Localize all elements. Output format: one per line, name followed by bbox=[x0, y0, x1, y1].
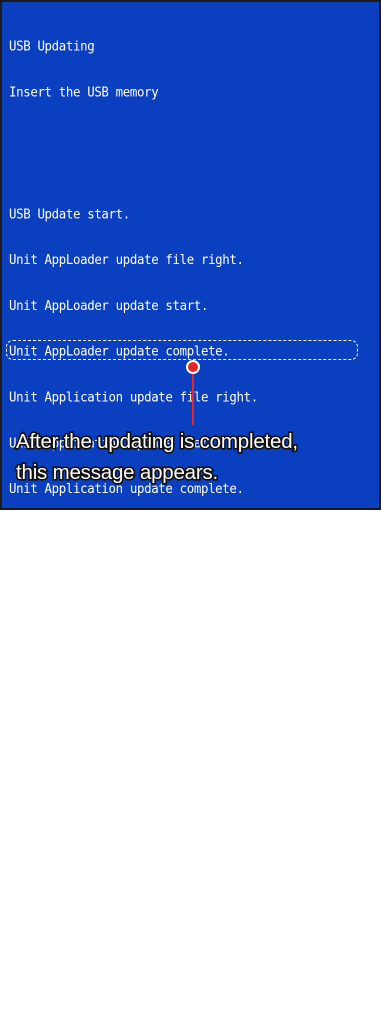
log-line: Unit DEMO update start. bbox=[9, 891, 173, 909]
log-line: Unit Wireless LAN update start. bbox=[9, 800, 230, 817]
console-spacer bbox=[9, 130, 375, 176]
callout-caption: After the updating is completed, this me… bbox=[14, 426, 381, 488]
console-output: USB Updating Insert the USB memory USB U… bbox=[9, 8, 375, 1020]
log-line: Unit FPGA_CW_CHIRP update complete. bbox=[9, 663, 258, 680]
log-line: Unit FPGA_CHIRP_CHIRP update start. bbox=[9, 525, 258, 543]
callout-line-2: this message appears. bbox=[14, 459, 219, 485]
final-message: USB update complete, please remove USB. bbox=[9, 984, 287, 1001]
log-line: Unit AppLoader update start. bbox=[9, 296, 209, 314]
screen-instruction: Insert the USB memory bbox=[9, 83, 159, 100]
callout-marker-dot bbox=[186, 360, 200, 374]
highlight-dashed-box bbox=[6, 340, 358, 360]
log-line: Unit FPGA_CHIRP_CHIRP update complete. bbox=[9, 571, 280, 588]
log-line: Unit FPGA_CW_ONLY update complete. bbox=[9, 754, 251, 771]
log-line: Unit FPGA_CW_ONLY update start. bbox=[9, 708, 230, 726]
log-line: Unit Wireless LAN update complete. bbox=[9, 846, 251, 863]
log-line: Unit FPGA_CW_CHIRP update start. bbox=[9, 617, 237, 634]
callout-leader-line bbox=[192, 367, 194, 425]
screen-title: USB Updating bbox=[9, 37, 95, 54]
log-line: Unit AppLoader update file right. bbox=[9, 251, 244, 268]
log-line: Unit DEMO update complete. bbox=[9, 937, 194, 955]
callout-line-1: After the updating is completed, bbox=[14, 428, 299, 454]
log-line: USB Update start. bbox=[9, 205, 130, 222]
usb-update-screen: USB Updating Insert the USB memory USB U… bbox=[0, 0, 381, 1000]
